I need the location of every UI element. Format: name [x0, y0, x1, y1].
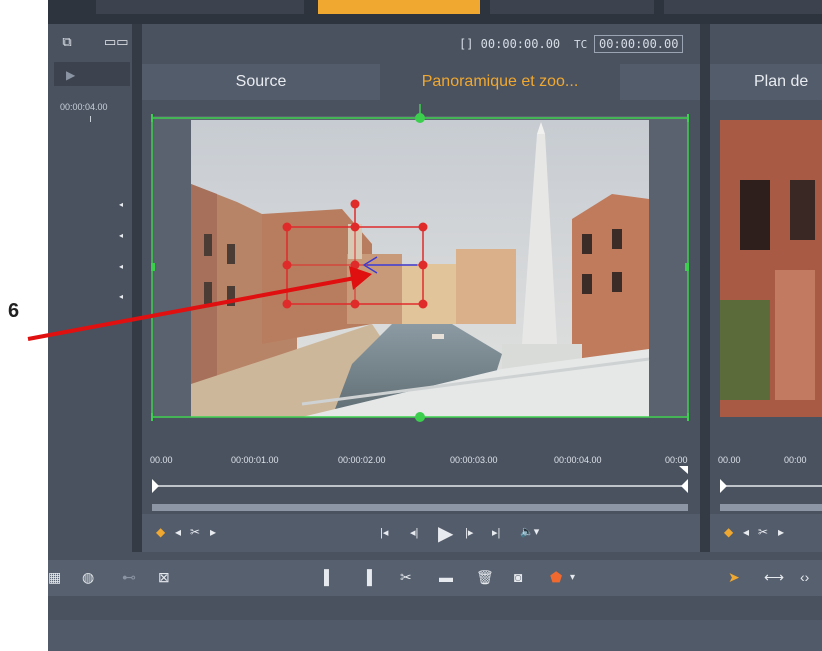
callout-arrow: [27, 266, 372, 341]
